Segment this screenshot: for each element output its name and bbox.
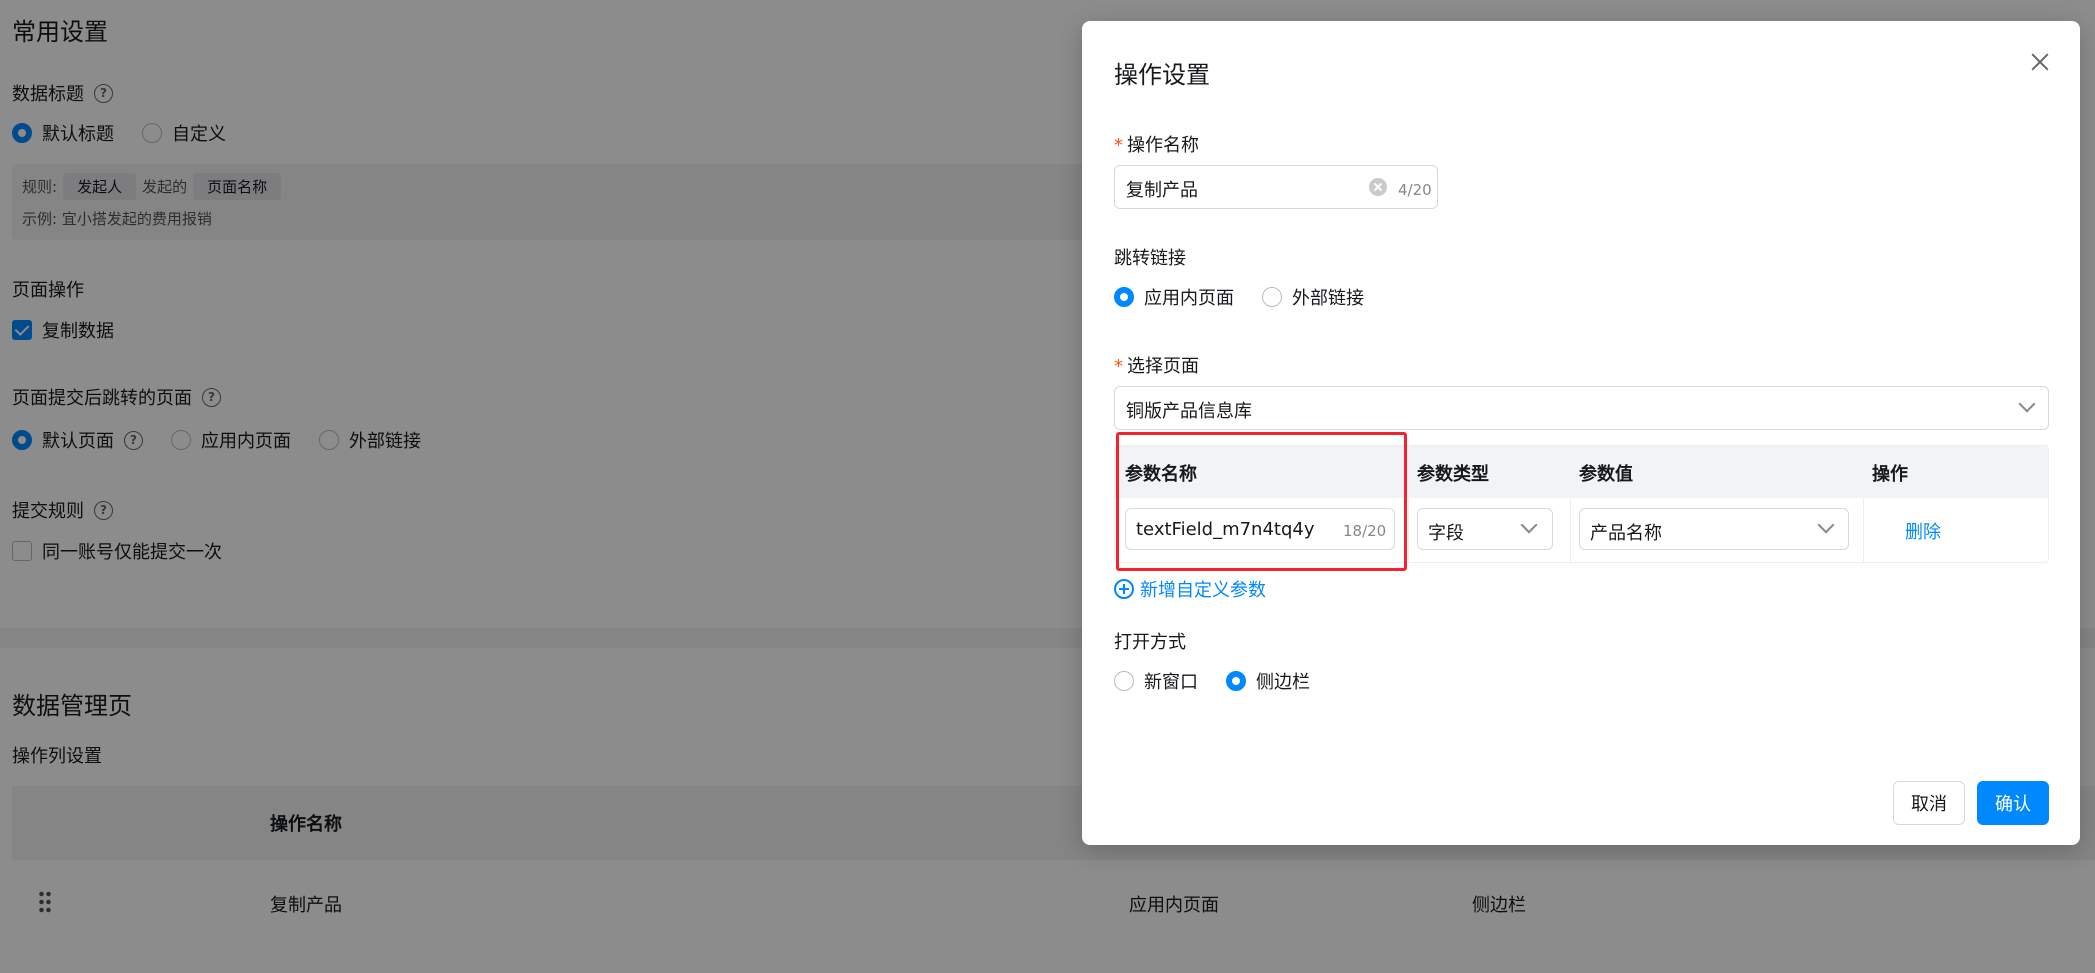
jump-link-label: 跳转链接 (1114, 248, 1186, 269)
page-select-value: 铜版产品信息库 (1126, 401, 1252, 422)
radio-icon[interactable] (1114, 671, 1134, 691)
op-name-input[interactable]: 复制产品 4/20 (1114, 165, 1438, 209)
add-custom-param-button[interactable]: 新增自定义参数 (1114, 576, 1266, 602)
select-page-label-text: 选择页面 (1127, 356, 1199, 377)
dialog-title: 操作设置 (1114, 61, 1210, 89)
chevron-down-icon[interactable] (1817, 516, 1835, 534)
op-name-label-text: 操作名称 (1127, 135, 1199, 156)
column-divider (1863, 498, 1864, 562)
radio-icon-checked[interactable] (1226, 671, 1246, 691)
radio-label: 新窗口 (1144, 672, 1198, 693)
confirm-button[interactable]: 确认 (1977, 781, 2049, 825)
required-mark: * (1114, 135, 1123, 156)
open-mode-label: 打开方式 (1114, 632, 1186, 653)
page-select[interactable]: 铜版产品信息库 (1114, 386, 2049, 430)
param-value-value: 产品名称 (1590, 523, 1662, 544)
param-value-select[interactable]: 产品名称 (1579, 508, 1849, 550)
radio-label: 侧边栏 (1256, 672, 1310, 693)
op-name-char-count: 4/20 (1398, 181, 1432, 199)
param-type-select[interactable]: 字段 (1417, 508, 1553, 550)
params-header-type: 参数类型 (1417, 464, 1489, 485)
params-header-action: 操作 (1872, 464, 1908, 485)
param-type-value: 字段 (1428, 523, 1464, 544)
annotation-highlight-box (1116, 432, 1407, 571)
open-mode-radio-group: 新窗口 侧边栏 (1114, 668, 1338, 694)
radio-external-link[interactable]: 外部链接 (1262, 284, 1364, 310)
cancel-button[interactable]: 取消 (1893, 781, 1965, 825)
chevron-down-icon[interactable] (2018, 395, 2036, 413)
plus-circle-icon (1114, 579, 1134, 599)
clear-icon[interactable] (1369, 178, 1387, 196)
add-custom-param-label: 新增自定义参数 (1140, 580, 1266, 601)
op-name-label: * 操作名称 (1114, 131, 1199, 157)
jump-link-radio-group: 应用内页面 外部链接 (1114, 284, 1392, 310)
radio-icon-checked[interactable] (1114, 287, 1134, 307)
radio-sidebar[interactable]: 侧边栏 (1226, 668, 1310, 694)
close-icon[interactable] (2027, 49, 2053, 75)
op-name-value[interactable]: 复制产品 (1126, 176, 1198, 202)
radio-label: 应用内页面 (1144, 288, 1234, 309)
required-mark: * (1114, 356, 1123, 377)
params-header-value: 参数值 (1579, 464, 1633, 485)
delete-param-link[interactable]: 删除 (1905, 518, 1941, 544)
radio-in-app-page[interactable]: 应用内页面 (1114, 284, 1234, 310)
radio-label: 外部链接 (1292, 288, 1364, 309)
operation-settings-dialog: 操作设置 * 操作名称 复制产品 4/20 跳转链接 应用内页面 外部链接 * 选择… (1082, 21, 2080, 845)
column-divider (1570, 498, 1571, 562)
chevron-down-icon[interactable] (1520, 516, 1538, 534)
radio-icon[interactable] (1262, 287, 1282, 307)
column-divider (1408, 498, 1409, 562)
select-page-label: * 选择页面 (1114, 352, 1199, 378)
radio-new-window[interactable]: 新窗口 (1114, 668, 1198, 694)
